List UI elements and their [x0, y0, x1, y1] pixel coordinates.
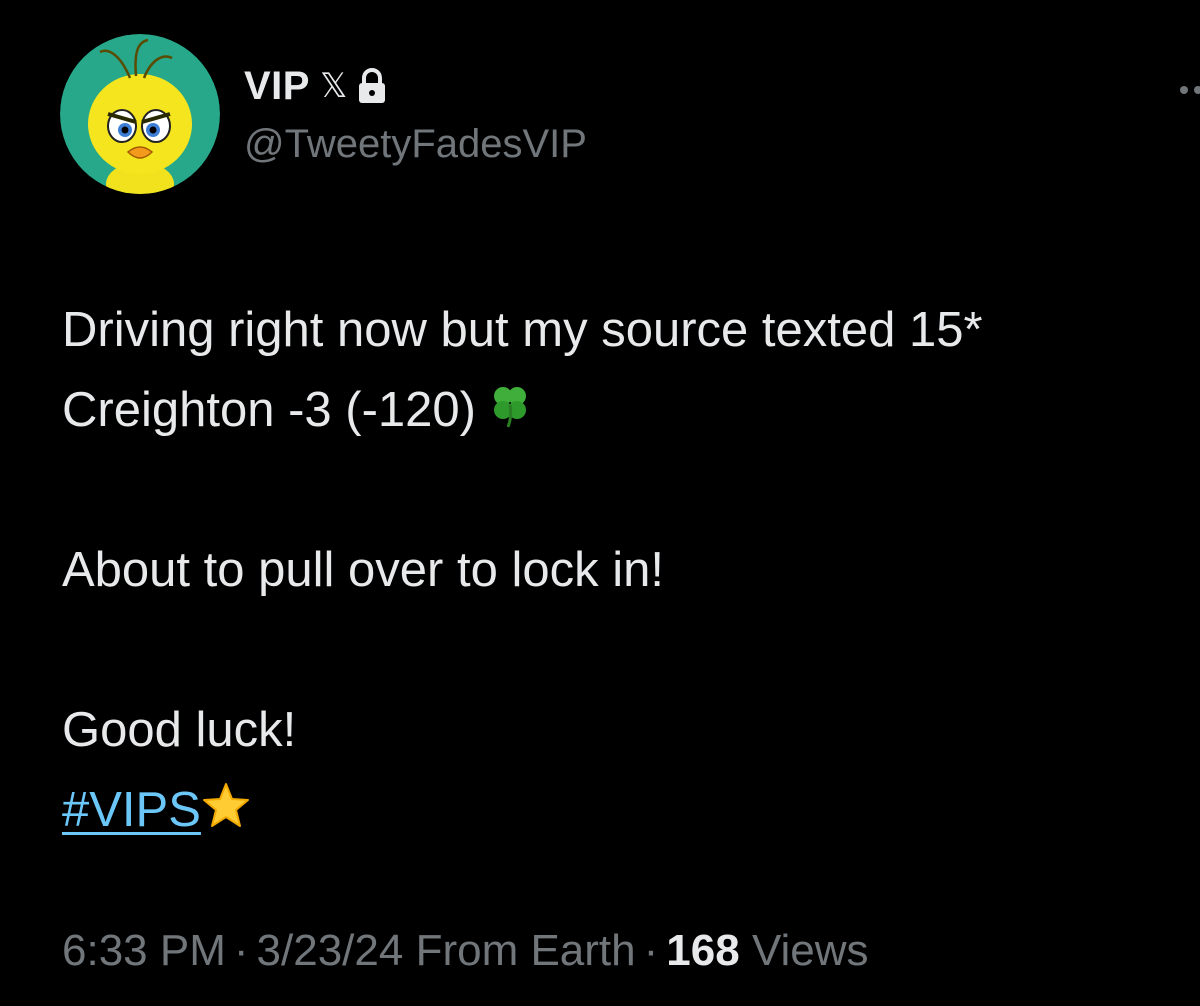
separator: ·	[233, 926, 249, 975]
avatar[interactable]	[60, 34, 220, 194]
tweet-line: Creighton -3 (-120)	[62, 370, 1200, 450]
more-dots-icon	[1180, 86, 1200, 94]
tweet-time[interactable]: 6:33 PM	[62, 926, 226, 975]
separator: ·	[643, 926, 659, 975]
more-options-button[interactable]	[1172, 70, 1200, 110]
tweet-line: About to pull over to lock in!	[62, 543, 664, 597]
tweet-metadata: 6:33 PM · 3/23/24 From Earth · 168 Views	[62, 926, 869, 976]
tweet-text: Driving right now but my source texted 1…	[62, 290, 1200, 850]
tweet-date[interactable]: 3/23/24	[257, 926, 404, 975]
hashtag-link[interactable]: #VIPS	[62, 783, 201, 837]
tweet-line-text: Creighton -3 (-120)	[62, 383, 476, 437]
tweety-bird-avatar-icon	[60, 34, 220, 194]
author-name-row: VIP 𝕏	[244, 62, 387, 110]
lock-icon	[357, 68, 387, 104]
tweet-line: Driving right now but my source texted 1…	[62, 303, 983, 357]
tweet-line: #VIPS	[62, 770, 1200, 850]
x-logo-icon: 𝕏	[319, 66, 348, 106]
tweet-source: From Earth	[415, 926, 636, 975]
display-name[interactable]: VIP	[244, 64, 310, 109]
tweet-detail: VIP 𝕏 @TweetyFadesVIP Driving right now …	[0, 0, 1200, 1006]
author-handle[interactable]: @TweetyFadesVIP	[244, 122, 587, 167]
views-count[interactable]: 168	[666, 926, 739, 975]
tweet-line: Good luck!	[62, 703, 297, 757]
star-icon	[201, 773, 251, 853]
views-label[interactable]: Views	[752, 926, 869, 975]
four-leaf-clover-icon	[490, 373, 530, 453]
